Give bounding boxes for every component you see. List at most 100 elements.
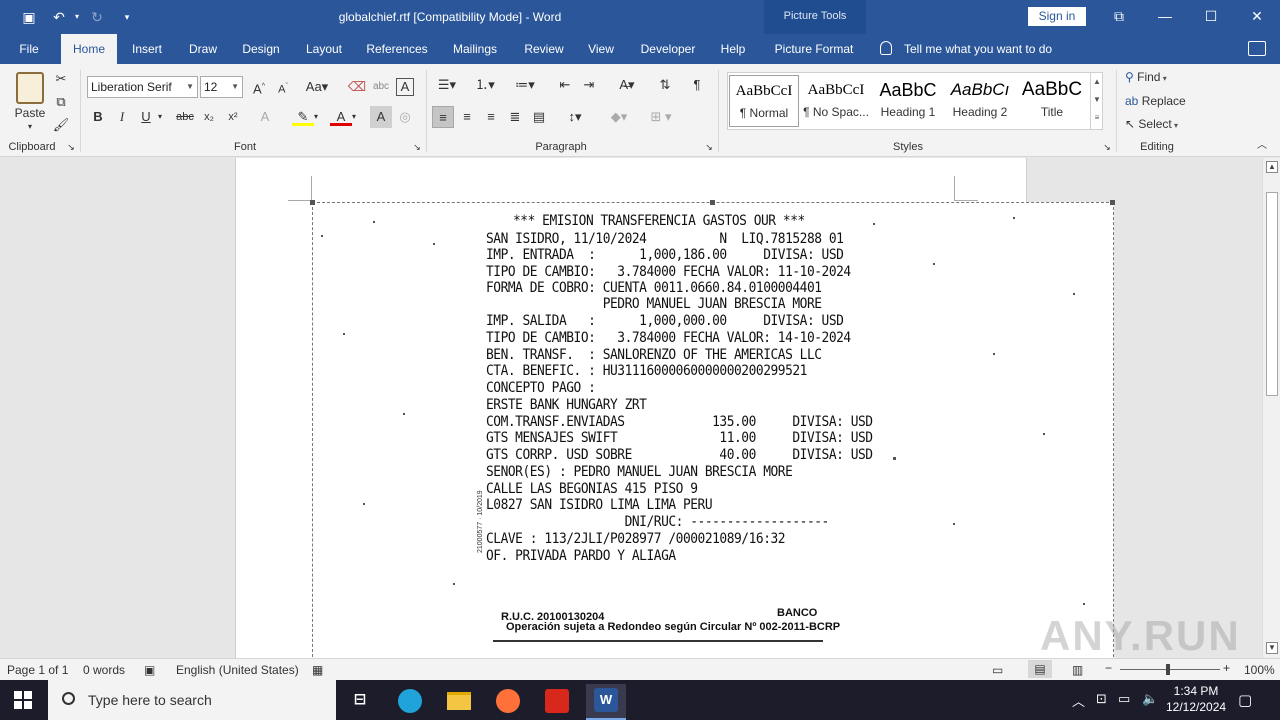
tab-picture-format[interactable]: Picture Format — [766, 34, 862, 64]
borders-icon[interactable]: ⊞ ▾ — [644, 106, 678, 128]
read-mode-icon[interactable]: ▭ — [992, 663, 1003, 677]
task-view-icon[interactable]: ⊟ — [340, 684, 380, 720]
resize-handle[interactable] — [710, 200, 715, 205]
tab-review[interactable]: Review — [518, 34, 570, 64]
file-explorer-icon[interactable] — [439, 684, 479, 720]
show-hidden-icons-icon[interactable]: ︿ — [1072, 691, 1085, 710]
underline-dropdown-icon[interactable]: ▾ — [154, 106, 166, 128]
line-spacing-icon[interactable]: ↕▾ — [560, 106, 590, 128]
vertical-scrollbar[interactable]: ▲ ▼ — [1262, 158, 1280, 658]
multilevel-list-icon[interactable]: ≔▾ — [510, 74, 540, 96]
align-right-icon[interactable]: ≡ — [480, 106, 502, 128]
bold-icon[interactable]: B — [87, 106, 109, 128]
clear-formatting-icon[interactable]: ⌫ — [346, 76, 368, 98]
zoom-slider-thumb[interactable] — [1166, 664, 1170, 675]
distributed-icon[interactable]: ▤ — [528, 106, 550, 128]
tab-mailings[interactable]: Mailings — [446, 34, 504, 64]
notifications-icon[interactable]: ▢ — [1238, 691, 1252, 709]
asian-layout-icon[interactable]: A̶▾ — [612, 74, 642, 96]
zoom-in-button[interactable]: + — [1223, 661, 1230, 675]
tell-me-search[interactable]: Tell me what you want to do — [880, 34, 1052, 64]
format-painter-icon[interactable]: 🖌 — [50, 114, 72, 136]
restore-button[interactable]: ☐ — [1188, 0, 1234, 32]
scrollbar-thumb[interactable] — [1266, 192, 1278, 396]
zoom-level[interactable]: 100% — [1244, 663, 1275, 677]
highlight-dropdown-icon[interactable]: ▾ — [310, 106, 322, 128]
network-icon[interactable]: ▭ — [1118, 691, 1130, 707]
windows-start-icon[interactable] — [14, 691, 32, 709]
system-clock[interactable]: 1:34 PM 12/12/2024 — [1166, 683, 1226, 715]
page-count[interactable]: Page 1 of 1 — [7, 663, 68, 677]
cut-icon[interactable]: ✂ — [50, 68, 72, 90]
enclose-characters-icon[interactable]: ◎ — [394, 106, 416, 128]
receipt-image[interactable]: *** EMISION TRANSFERENCIA GASTOS OUR ***… — [310, 200, 1115, 658]
scroll-down-icon[interactable]: ▼ — [1266, 642, 1278, 654]
bullets-icon[interactable]: ☰▾ — [432, 74, 462, 96]
network-drive-icon[interactable]: ⊡ — [1096, 691, 1107, 707]
tab-design[interactable]: Design — [236, 34, 286, 64]
justify-icon[interactable]: ≣ — [504, 106, 526, 128]
tab-layout[interactable]: Layout — [298, 34, 350, 64]
show-formatting-marks-icon[interactable]: ¶ — [686, 74, 708, 96]
increase-indent-icon[interactable]: ⇥ — [578, 74, 600, 96]
styles-launcher-icon[interactable]: ↘ — [1100, 140, 1114, 154]
style-normal[interactable]: AaBbCcI ¶ Normal — [729, 75, 799, 127]
text-effects-icon[interactable]: A — [254, 106, 276, 128]
styles-scroll[interactable]: ▲ ▼ ≡ — [1090, 73, 1103, 129]
decrease-indent-icon[interactable]: ⇤ — [554, 74, 576, 96]
word-taskbar-icon[interactable]: W — [586, 684, 626, 720]
paste-button[interactable]: Paste — [12, 106, 48, 120]
close-button[interactable]: ✕ — [1234, 0, 1280, 32]
tab-home[interactable]: Home — [61, 34, 117, 64]
volume-icon[interactable]: 🔈 — [1142, 691, 1158, 707]
print-layout-icon[interactable]: ▤ — [1028, 660, 1052, 678]
collapse-ribbon-icon[interactable]: ︿ — [1254, 138, 1270, 154]
paste-dropdown-icon[interactable]: ▾ — [26, 122, 34, 131]
clipboard-launcher-icon[interactable]: ↘ — [64, 140, 78, 154]
font-family-select[interactable]: Liberation Serif ▼ — [87, 76, 198, 98]
acrobat-icon[interactable] — [537, 684, 577, 720]
style-heading-2[interactable]: AaBbCı Heading 2 — [945, 75, 1015, 127]
align-left-icon[interactable]: ≡ — [432, 106, 454, 128]
grow-font-icon[interactable]: A^ — [248, 76, 270, 98]
tab-references[interactable]: References — [362, 34, 432, 64]
resize-handle[interactable] — [1110, 200, 1115, 205]
phonetic-guide-icon[interactable]: abc — [370, 76, 392, 98]
strikethrough-icon[interactable]: abc — [174, 106, 196, 128]
select-button[interactable]: ↖ Select ▾ — [1125, 117, 1178, 131]
document-page[interactable]: *** EMISION TRANSFERENCIA GASTOS OUR ***… — [235, 158, 1115, 658]
shading-icon[interactable]: ◆▾ — [604, 106, 634, 128]
superscript-icon[interactable]: x² — [222, 106, 244, 128]
web-layout-icon[interactable]: ▥ — [1072, 663, 1083, 677]
minimize-button[interactable]: — — [1142, 0, 1188, 32]
language[interactable]: English (United States) — [176, 663, 299, 677]
sign-in-button[interactable]: Sign in — [1028, 7, 1086, 26]
taskbar-search[interactable]: Type here to search — [48, 680, 336, 720]
comments-icon[interactable] — [1248, 41, 1266, 56]
shrink-font-icon[interactable]: Aˇ — [272, 76, 294, 98]
edge-icon[interactable] — [390, 684, 430, 720]
paste-icon[interactable] — [16, 72, 44, 104]
find-button[interactable]: ⚲ Find ▾ — [1125, 70, 1167, 84]
ribbon-display-options-icon[interactable]: ⧉ — [1096, 0, 1142, 32]
change-case-icon[interactable]: Aa▾ — [302, 76, 332, 98]
numbering-icon[interactable]: ⒈▾ — [470, 74, 500, 96]
character-shading-icon[interactable]: A — [370, 106, 392, 128]
align-center-icon[interactable]: ≡ — [456, 106, 478, 128]
character-border-icon[interactable]: A — [396, 78, 414, 96]
word-count[interactable]: 0 words — [83, 663, 125, 677]
tab-help[interactable]: Help — [714, 34, 752, 64]
sort-icon[interactable]: ⇅ — [654, 74, 676, 96]
subscript-icon[interactable]: x₂ — [198, 106, 220, 128]
font-color-dropdown-icon[interactable]: ▾ — [348, 106, 360, 128]
tab-insert[interactable]: Insert — [124, 34, 170, 64]
tab-view[interactable]: View — [582, 34, 620, 64]
zoom-slider[interactable] — [1120, 669, 1220, 670]
zoom-out-button[interactable]: − — [1105, 661, 1112, 675]
paragraph-launcher-icon[interactable]: ↘ — [702, 140, 716, 154]
macro-recording-icon[interactable]: ▦ — [312, 663, 323, 677]
tab-file[interactable]: File — [10, 34, 48, 64]
firefox-icon[interactable] — [488, 684, 528, 720]
style-title[interactable]: AaBbC Title — [1017, 75, 1087, 127]
tab-draw[interactable]: Draw — [181, 34, 225, 64]
